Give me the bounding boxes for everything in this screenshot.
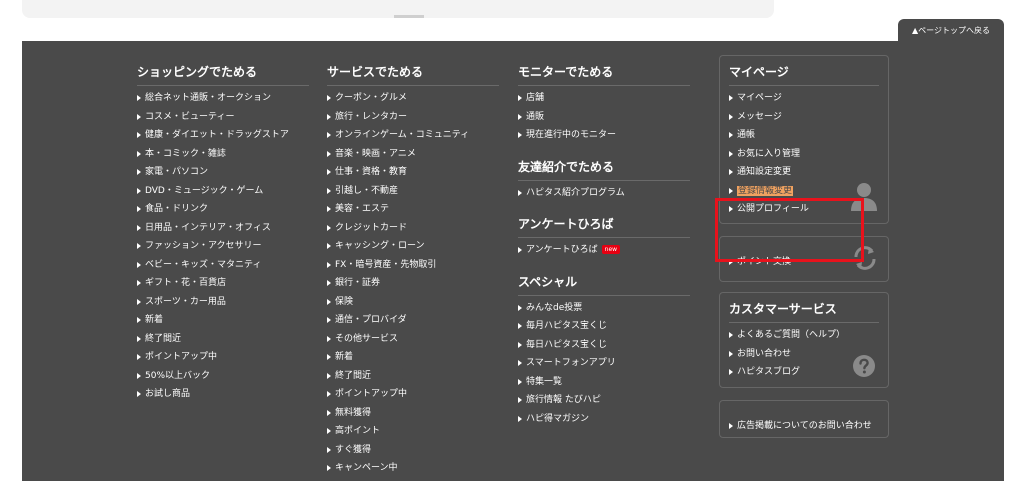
shopping-link[interactable]: コスメ・ビューティー <box>137 108 309 127</box>
mypage-link[interactable]: マイページ <box>729 89 879 108</box>
favorites-link[interactable]: お気に入り管理 <box>729 145 879 164</box>
shopping-link[interactable]: ベビー・キッズ・マタニティ <box>137 256 309 275</box>
service-link[interactable]: 通信・プロバイダ <box>327 311 499 330</box>
shopping-link[interactable]: ギフト・花・百貨店 <box>137 274 309 293</box>
shopping-link[interactable]: ファッション・アクセサリー <box>137 237 309 256</box>
special-link[interactable]: 毎日ハピタス宝くじ <box>518 336 690 355</box>
monitor-column: モニターでためる 店舗 通販 現在進行中のモニター 友達紹介でためる ハピタス紹介プ… <box>518 63 690 428</box>
shopping-link[interactable]: 健康・ダイエット・ドラッグストア <box>137 126 309 145</box>
shopping-link[interactable]: 食品・ドリンク <box>137 200 309 219</box>
registration-info-label: 登録情報変更 <box>737 185 794 196</box>
service-link[interactable]: クレジットカード <box>327 219 499 238</box>
monitor-link[interactable]: 現在進行中のモニター <box>518 126 690 145</box>
notification-settings-link[interactable]: 通知設定変更 <box>729 163 879 182</box>
message-link[interactable]: メッセージ <box>729 108 879 127</box>
service-link[interactable]: FX・暗号資産・先物取引 <box>327 256 499 275</box>
special-link[interactable]: 特集一覧 <box>518 373 690 392</box>
card-handle <box>394 15 424 18</box>
survey-title: アンケートひろば <box>518 215 690 238</box>
special-link[interactable]: ハピ得マガジン <box>518 410 690 429</box>
service-link[interactable]: その他サービス <box>327 330 499 349</box>
shopping-list: 総合ネット通販・オークション コスメ・ビューティー 健康・ダイエット・ドラッグストア… <box>137 89 309 404</box>
service-link[interactable]: 仕事・資格・教育 <box>327 163 499 182</box>
monitor-link[interactable]: 通販 <box>518 108 690 127</box>
top-content-card <box>22 0 774 18</box>
shopping-link[interactable]: 総合ネット通販・オークション <box>137 89 309 108</box>
service-link[interactable]: 旅行・レンタカー <box>327 108 499 127</box>
shopping-link[interactable]: お試し商品 <box>137 385 309 404</box>
services-list: クーポン・グルメ 旅行・レンタカー オンラインゲーム・コミュニティ 音楽・映画・アニメ… <box>327 89 499 478</box>
service-link[interactable]: 保険 <box>327 293 499 312</box>
special-link[interactable]: みんなde投票 <box>518 299 690 318</box>
service-link[interactable]: 音楽・映画・アニメ <box>327 145 499 164</box>
shopping-link[interactable]: 日用品・インテリア・オフィス <box>137 219 309 238</box>
shopping-link[interactable]: ポイントアップ中 <box>137 348 309 367</box>
special-title: スペシャル <box>518 273 690 296</box>
mypage-title: マイページ <box>729 63 879 86</box>
service-link[interactable]: キャンペーン中 <box>327 459 499 478</box>
help-icon <box>853 355 875 377</box>
service-link[interactable]: ポイントアップ中 <box>327 385 499 404</box>
service-link[interactable]: オンラインゲーム・コミュニティ <box>327 126 499 145</box>
special-link[interactable]: 毎月ハピタス宝くじ <box>518 317 690 336</box>
shopping-link[interactable]: 家電・パソコン <box>137 163 309 182</box>
shopping-section: ショッピングでためる 総合ネット通販・オークション コスメ・ビューティー 健康・ダイ… <box>137 63 309 404</box>
new-badge: new <box>601 245 621 254</box>
service-link[interactable]: 高ポイント <box>327 422 499 441</box>
advertising-box[interactable]: 広告掲載についてのお問い合わせ <box>719 400 889 438</box>
monitor-title: モニターでためる <box>518 63 690 86</box>
service-link[interactable]: すぐ獲得 <box>327 441 499 460</box>
shopping-link[interactable]: 新着 <box>137 311 309 330</box>
survey-link[interactable]: アンケートひろば new <box>518 241 690 260</box>
shopping-link[interactable]: 本・コミック・雑誌 <box>137 145 309 164</box>
friend-title: 友達紹介でためる <box>518 158 690 181</box>
services-section: サービスでためる クーポン・グルメ 旅行・レンタカー オンラインゲーム・コミュニティ… <box>327 63 499 478</box>
shopping-title: ショッピングでためる <box>137 63 309 86</box>
special-list: みんなde投票 毎月ハピタス宝くじ 毎日ハピタス宝くじ スマートフォンアプリ 特集一覧旅… <box>518 299 690 429</box>
service-link[interactable]: クーポン・グルメ <box>327 89 499 108</box>
survey-list: アンケートひろば new <box>518 241 690 260</box>
customer-service-box: カスタマーサービス よくあるご質問（ヘルプ） お問い合わせ ハピタスブログ <box>719 292 889 388</box>
annotation-highlight-frame <box>715 198 864 262</box>
monitor-list: 店舗 通販 現在進行中のモニター <box>518 89 690 145</box>
passbook-link[interactable]: 通帳 <box>729 126 879 145</box>
services-title: サービスでためる <box>327 63 499 86</box>
service-link[interactable]: キャッシング・ローン <box>327 237 499 256</box>
shopping-link[interactable]: スポーツ・カー用品 <box>137 293 309 312</box>
site-footer: ショッピングでためる 総合ネット通販・オークション コスメ・ビューティー 健康・ダイ… <box>22 41 1004 481</box>
friend-list: ハピタス紹介プログラム <box>518 184 690 203</box>
advertising-inquiry-link[interactable]: 広告掲載についてのお問い合わせ <box>729 417 879 436</box>
special-link[interactable]: スマートフォンアプリ <box>518 354 690 373</box>
service-link[interactable]: 終了間近 <box>327 367 499 386</box>
special-link[interactable]: 旅行情報 たびハピ <box>518 391 690 410</box>
friend-link[interactable]: ハピタス紹介プログラム <box>518 184 690 203</box>
service-link[interactable]: 銀行・証券 <box>327 274 499 293</box>
monitor-link[interactable]: 店舗 <box>518 89 690 108</box>
customer-title: カスタマーサービス <box>729 300 879 323</box>
faq-link[interactable]: よくあるご質問（ヘルプ） <box>729 326 879 345</box>
shopping-link[interactable]: 50%以上バック <box>137 367 309 386</box>
service-link[interactable]: 美容・エステ <box>327 200 499 219</box>
shopping-link[interactable]: DVD・ミュージック・ゲーム <box>137 182 309 201</box>
service-link[interactable]: 引越し・不動産 <box>327 182 499 201</box>
shopping-link[interactable]: 終了間近 <box>137 330 309 349</box>
survey-link-label: アンケートひろば <box>526 245 598 255</box>
service-link[interactable]: 無料獲得 <box>327 404 499 423</box>
service-link[interactable]: 新着 <box>327 348 499 367</box>
